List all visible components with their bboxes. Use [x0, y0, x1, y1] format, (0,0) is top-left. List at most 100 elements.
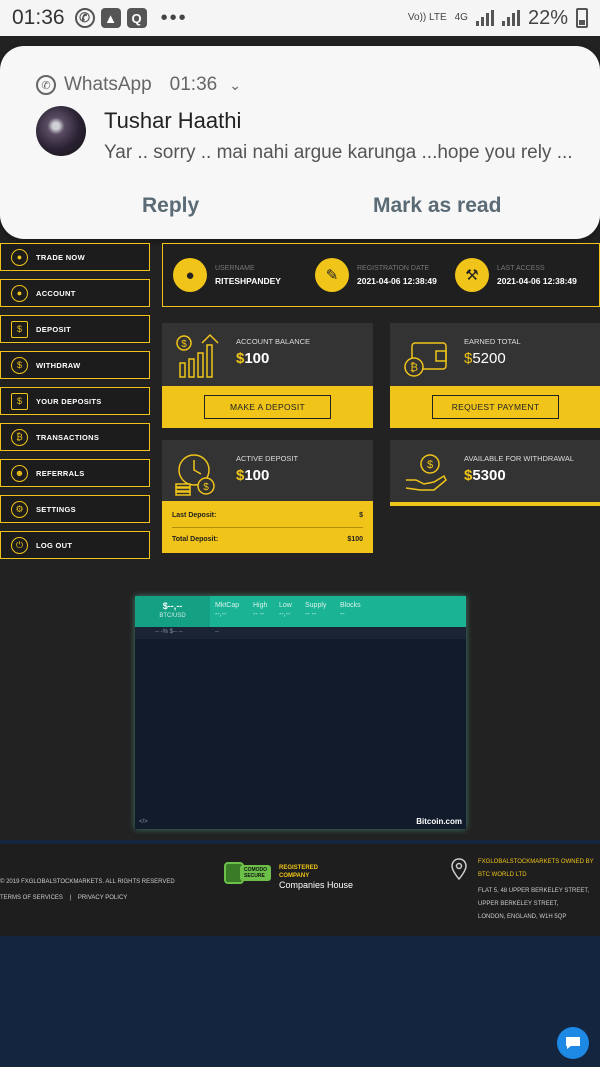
footer-left: © 2019 FXGLOBALSTOCKMARKETS. ALL RIGHTS …: [0, 874, 175, 906]
sidebar-item-your-deposits[interactable]: $ YOUR DEPOSITS: [0, 387, 150, 415]
available-withdrawal-card: $ AVAILABLE FOR WITHDRAWAL $5300: [390, 440, 600, 506]
ticker-change-2: --: [215, 629, 219, 635]
gallery-status-icon: ▲: [100, 8, 121, 28]
privacy-link[interactable]: PRIVACY POLICY: [78, 895, 127, 901]
notification-message: Yar .. sorry .. mai nahi argue karunga .…: [104, 142, 573, 163]
footer: © 2019 FXGLOBALSTOCKMARKETS. ALL RIGHTS …: [0, 840, 600, 936]
notification-icons: ✆ ▲ Q: [74, 8, 147, 28]
sidebar-item-label: YOUR DEPOSITS: [36, 396, 102, 406]
registration-date: 2021-04-06 12:38:49: [357, 275, 437, 286]
ticker-change-row: -- -% $-- -- --: [135, 627, 466, 639]
signal-2-icon: [501, 10, 520, 26]
copyright-text: © 2019 FXGLOBALSTOCKMARKETS. ALL RIGHTS …: [0, 879, 175, 885]
ticker-change: -- -% $-- --: [155, 629, 183, 635]
sidebar-nav: ● TRADE NOW ● ACCOUNT $ DEPOSIT $ WITHDR…: [0, 243, 150, 567]
svg-text:$: $: [181, 339, 187, 350]
available-card-accent: [390, 502, 600, 506]
earned-amount: $5200: [464, 350, 506, 367]
total-deposit-value: $100: [347, 536, 363, 543]
sidebar-item-logout[interactable]: ⏻ LOG OUT: [0, 531, 150, 559]
btc-price: $--,--: [162, 601, 183, 611]
owner-line-2: BTC WORLD LTD: [478, 872, 527, 878]
mark-as-read-button[interactable]: Mark as read: [373, 194, 501, 218]
deposits-icon: $: [11, 392, 28, 410]
pencil-icon: ✎: [315, 258, 349, 292]
clock-money-icon: $: [175, 454, 215, 496]
btc-ticker-widget[interactable]: $--,-- BTC/USD MktCap --,-- High -- -- Low…: [135, 596, 466, 829]
sidebar-item-transactions[interactable]: ₿ TRANSACTIONS: [0, 423, 150, 451]
deposit-icon: $: [11, 320, 28, 338]
sidebar-item-account[interactable]: ● ACCOUNT: [0, 279, 150, 307]
embed-code-icon[interactable]: </>: [139, 819, 148, 825]
signal-icon: [475, 10, 494, 26]
sidebar-item-label: TRADE NOW: [36, 252, 85, 262]
sender-avatar: [36, 106, 86, 156]
total-deposit-row: Total Deposit: $100: [172, 536, 363, 543]
company-address: FXGLOBALSTOCKMARKETS OWNED BY BTC WORLD …: [478, 856, 594, 924]
sidebar-item-settings[interactable]: ⚙ SETTINGS: [0, 495, 150, 523]
available-caption: AVAILABLE FOR WITHDRAWAL: [464, 454, 575, 463]
battery-icon: [576, 8, 588, 28]
sidebar-item-label: SETTINGS: [36, 504, 76, 514]
location-pin-icon: [451, 858, 467, 880]
q-app-status-icon: Q: [126, 8, 147, 28]
sidebar-item-trade-now[interactable]: ● TRADE NOW: [0, 243, 150, 271]
battery-percent: 22%: [527, 6, 568, 29]
bitcoin-com-logo[interactable]: Bitcoin.com: [416, 817, 462, 826]
volte-label: Vo)) LTE: [407, 12, 447, 23]
more-notifications-icon: •••: [160, 6, 188, 29]
footer-separator: |: [69, 895, 72, 901]
hammer-icon: ⚒: [455, 258, 489, 292]
total-deposit-label: Total Deposit:: [172, 536, 219, 543]
whatsapp-icon: ✆: [36, 75, 56, 95]
status-time: 01:36: [12, 6, 65, 29]
address-line-1: FLAT 5, 48 UPPER BERKELEY STREET,: [478, 888, 590, 894]
comodo-secure-seal: COMODO SECURE: [224, 862, 272, 884]
chat-button[interactable]: [557, 1027, 589, 1059]
notification-time: 01:36: [169, 74, 218, 95]
wallet-bitcoin-icon: ₿: [404, 342, 447, 377]
username-info: ● USERNAME RITESHPANDEY: [173, 258, 281, 292]
withdraw-icon: $: [11, 356, 28, 374]
gear-icon: ⚙: [11, 500, 28, 518]
network-type: 4G: [454, 12, 468, 23]
earned-total-card: ₿ EARNED TOTAL $5200 REQUEST PAYMENT: [390, 323, 600, 428]
active-deposit-footer: Last Deposit: $ Total Deposit: $100: [162, 501, 373, 553]
chevron-down-icon[interactable]: ⌄: [229, 77, 241, 94]
account-info-row: ● USERNAME RITESHPANDEY ✎ REGISTRATION D…: [162, 243, 600, 307]
active-deposit-card: $ ACTIVE DEPOSIT $100 Last Deposit: $ To…: [162, 440, 373, 553]
active-deposit-amount: $100: [236, 467, 270, 484]
user-icon: ●: [11, 248, 28, 266]
account-icon: ●: [11, 284, 28, 302]
request-payment-button[interactable]: REQUEST PAYMENT: [432, 395, 559, 419]
last-access-info: ⚒ LAST ACCESS 2021-04-06 12:38:49: [455, 258, 577, 292]
username-value: RITESHPANDEY: [215, 275, 281, 286]
ticker-price-box: $--,-- BTC/USD: [135, 596, 210, 627]
svg-text:$: $: [427, 459, 433, 471]
sidebar-item-label: WITHDRAW: [36, 360, 81, 370]
sidebar-item-label: DEPOSIT: [36, 324, 72, 334]
sidebar-item-referrals[interactable]: ☻ REFERRALS: [0, 459, 150, 487]
terms-link[interactable]: TERMS OF SERVICES: [0, 895, 63, 901]
sidebar-item-deposit[interactable]: $ DEPOSIT: [0, 315, 150, 343]
notification-header: ✆ WhatsApp 01:36 ⌄: [36, 74, 241, 96]
growth-chart-icon: $: [176, 333, 219, 378]
bitcoin-icon: ₿: [11, 428, 28, 446]
status-bar: 01:36 ✆ ▲ Q ••• Vo)) LTE 4G 22%: [0, 0, 600, 36]
currency-pair: BTC/USD: [159, 613, 186, 619]
last-deposit-label: Last Deposit:: [172, 512, 217, 519]
whatsapp-notification[interactable]: ✆ WhatsApp 01:36 ⌄ Tushar Haathi Yar .. …: [0, 46, 600, 239]
last-access-caption: LAST ACCESS: [497, 264, 545, 272]
last-access-date: 2021-04-06 12:38:49: [497, 275, 577, 286]
chat-bubble-icon: [566, 1037, 580, 1049]
whatsapp-status-icon: ✆: [74, 8, 95, 28]
make-deposit-button[interactable]: MAKE A DEPOSIT: [204, 395, 331, 419]
balance-card-footer: MAKE A DEPOSIT: [162, 386, 373, 428]
sidebar-item-label: REFERRALS: [36, 468, 85, 478]
ticker-high: High -- --: [253, 602, 268, 618]
divider: [172, 527, 363, 528]
sidebar-item-withdraw[interactable]: $ WITHDRAW: [0, 351, 150, 379]
available-amount: $5300: [464, 467, 506, 484]
reply-button[interactable]: Reply: [142, 194, 199, 218]
page-bottom: [0, 936, 600, 1067]
